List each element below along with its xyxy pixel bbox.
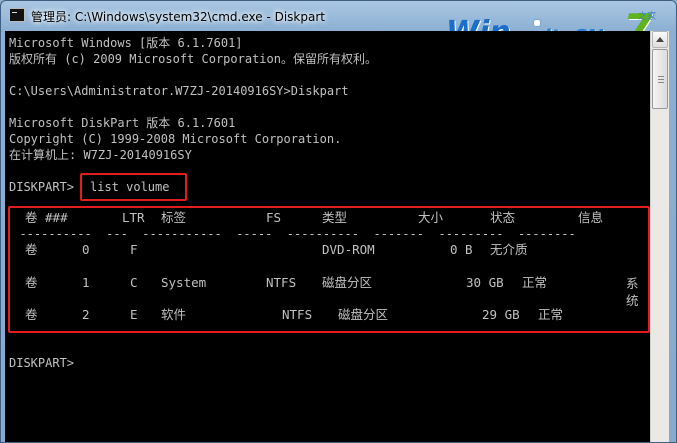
header-info: 信息 (578, 210, 604, 225)
volume-info: 系统 (626, 276, 639, 308)
watermark-dot (533, 19, 541, 27)
volume-fs: NTFS (282, 307, 313, 322)
scroll-thumb[interactable] (652, 49, 668, 109)
header-ltr: LTR (122, 210, 145, 225)
header-volume: 卷 ### (25, 210, 68, 225)
volume-number: 0 (82, 242, 90, 257)
volume-type: 磁盘分区 (338, 307, 389, 322)
volume-info-wrap: 系统 (9, 275, 650, 309)
volume-status: 正常 (538, 307, 564, 322)
console-line: Microsoft Windows [版本 6.1.7601] (9, 36, 243, 50)
scroll-up-button[interactable] (652, 31, 668, 48)
watermark-small: 之家 (638, 12, 657, 22)
cmd-icon (9, 8, 25, 22)
grip-line (658, 76, 664, 77)
cmd-window: 管理员: C:\Windows\system32\cmd.exe - Diskp… (0, 0, 677, 443)
console-line: C:\Users\Administrator.W7ZJ-20140916SY>D… (9, 84, 349, 98)
volume-letter: F (130, 242, 138, 257)
console-area[interactable]: Microsoft Windows [版本 6.1.7601] 版权所有 (c)… (5, 31, 650, 442)
grip-line (658, 82, 664, 83)
title-bar[interactable]: 管理员: C:\Windows\system32\cmd.exe - Diskp… (1, 1, 676, 54)
command-text: list volume (90, 180, 170, 194)
console-line: Microsoft DiskPart 版本 6.1.7601 (9, 116, 236, 130)
header-fs: FS (266, 210, 282, 225)
grip-line (658, 79, 664, 80)
volume-label: 软件 (161, 307, 187, 322)
vertical-scrollbar[interactable] (650, 31, 669, 442)
volume-size: 0 B (450, 242, 473, 257)
volume-letter: E (130, 307, 138, 322)
header-status: 状态 (490, 210, 516, 225)
prompt-text: DISKPART> (9, 180, 75, 194)
header-type: 类型 (322, 210, 348, 225)
volume-prefix: 卷 (25, 307, 38, 322)
table-separator: ---------- --- ----------- ----- -------… (5, 227, 576, 241)
volume-status: 无介质 (490, 242, 528, 257)
volume-type: DVD-ROM (322, 242, 375, 257)
volume-prefix: 卷 (25, 242, 38, 257)
window-title: 管理员: C:\Windows\system32\cmd.exe - Diskp… (31, 10, 325, 24)
volume-size: 29 GB (482, 307, 520, 322)
final-prompt: DISKPART> (9, 356, 75, 370)
volume-number: 2 (82, 307, 90, 322)
console-line: 版权所有 (c) 2009 Microsoft Corporation。保留所有… (9, 52, 377, 66)
header-size: 大小 (418, 210, 444, 225)
console-line: Copyright (C) 1999-2008 Microsoft Corpor… (9, 132, 342, 146)
console-line: 在计算机上: W7ZJ-20140916SY (9, 148, 192, 162)
chevron-up-icon (656, 37, 664, 42)
header-label: 标签 (161, 210, 187, 225)
